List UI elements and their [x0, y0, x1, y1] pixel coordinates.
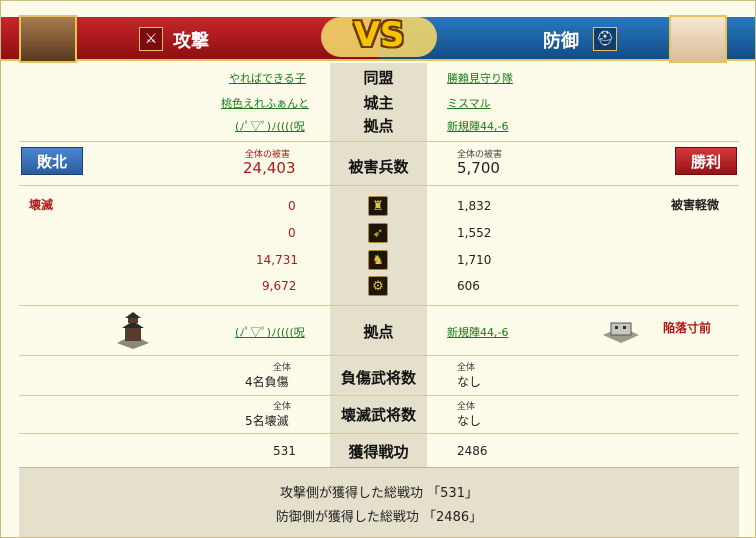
- attacker-merit: 531: [273, 444, 296, 458]
- defender-unit-status: 被害軽微: [671, 198, 720, 212]
- victory-badge: 勝利: [675, 147, 737, 175]
- spear-icon: ♜: [368, 196, 388, 216]
- attack-label: 攻撃: [173, 31, 209, 52]
- attacker-destroyed-caption: 全体: [273, 402, 292, 412]
- divider: [19, 141, 739, 142]
- defender-destroyed-caption: 全体: [457, 402, 476, 412]
- defense-label: 防御: [543, 31, 579, 52]
- divider: [19, 433, 739, 434]
- destroyed-label: 壊滅武将数: [340, 406, 416, 424]
- defender-unit-spear: 1,832: [457, 199, 492, 213]
- bow-icon: ➶: [368, 223, 388, 243]
- merit-label: 獲得戦功: [348, 443, 409, 461]
- attacker-destroyed: 5名壊滅: [245, 414, 289, 428]
- attacker-base2-link[interactable]: (ﾉﾟ▽ﾟ)ﾉ((((呪: [235, 324, 305, 340]
- castle-icon: [113, 309, 153, 349]
- lord-label: 城主: [363, 94, 394, 112]
- defender-base-link[interactable]: 新規陣44,-6: [447, 118, 508, 134]
- defender-portrait: [669, 15, 727, 63]
- defender-alliance-link[interactable]: 勝賴見守り隊: [447, 70, 513, 86]
- attacker-unit-siege: 9,672: [262, 279, 297, 293]
- attacker-unit-horse: 14,731: [256, 253, 298, 267]
- defender-injured-caption: 全体: [457, 363, 476, 373]
- divider: [19, 185, 739, 186]
- battle-header: ⚔ 攻撃 防御 ⛑ VS: [1, 1, 755, 63]
- attacker-damage-total: 24,403: [243, 159, 296, 177]
- helmet-icon: ⛑: [593, 27, 617, 51]
- attacker-lord-link[interactable]: 桃色えれふぁんと: [221, 95, 309, 111]
- attacker-portrait: [19, 15, 77, 63]
- defender-unit-horse: 1,710: [457, 253, 492, 267]
- battle-report: ⚔ 攻撃 防御 ⛑ VS やればできる子 同盟 勝賴見守り隊 桃色えれふぁんと …: [0, 0, 756, 538]
- attacker-injured-caption: 全体: [273, 363, 292, 373]
- attacker-unit-bow: 0: [288, 226, 296, 240]
- defender-base-status: 陥落寸前: [663, 321, 712, 335]
- vs-emblem: VS: [321, 7, 437, 63]
- divider: [19, 395, 739, 396]
- attacker-merit-summary: 攻撃側が獲得した総戦功 「531」: [280, 486, 478, 501]
- defender-merit-summary: 防御側が獲得した総戦功 「2486」: [275, 510, 483, 525]
- vs-text: VS: [353, 15, 405, 55]
- base-label: 拠点: [363, 117, 394, 135]
- defender-unit-siege: 606: [457, 279, 480, 293]
- divider: [19, 305, 739, 306]
- defender-merit: 2486: [457, 444, 488, 458]
- attacker-injured: 4名負傷: [245, 375, 289, 389]
- horse-icon: ♞: [368, 250, 388, 270]
- merit-summary: 攻撃側が獲得した総戦功 「531」 防御側が獲得した総戦功 「2486」: [19, 467, 739, 537]
- defeat-badge: 敗北: [21, 147, 83, 175]
- attacker-alliance-link[interactable]: やればできる子: [229, 70, 306, 86]
- attacker-unit-spear: 0: [288, 199, 296, 213]
- defender-injured: なし: [457, 375, 482, 389]
- defender-base2-link[interactable]: 新規陣44,-6: [447, 324, 508, 340]
- alliance-label: 同盟: [363, 69, 394, 87]
- attacker-base-link[interactable]: (ﾉﾟ▽ﾟ)ﾉ((((呪: [235, 118, 305, 134]
- defender-destroyed: なし: [457, 414, 482, 428]
- damage-label: 被害兵数: [348, 158, 409, 176]
- camp-icon: [601, 317, 641, 345]
- crossed-swords-icon: ⚔: [139, 27, 163, 51]
- base2-label: 拠点: [363, 323, 394, 341]
- injured-label: 負傷武将数: [340, 369, 416, 387]
- attacker-unit-status: 壊滅: [29, 198, 54, 212]
- divider: [19, 355, 739, 356]
- defender-unit-bow: 1,552: [457, 226, 492, 240]
- defender-lord-link[interactable]: ミスマル: [447, 95, 491, 111]
- siege-icon: ⚙: [368, 276, 388, 296]
- defender-damage-total: 5,700: [457, 159, 500, 177]
